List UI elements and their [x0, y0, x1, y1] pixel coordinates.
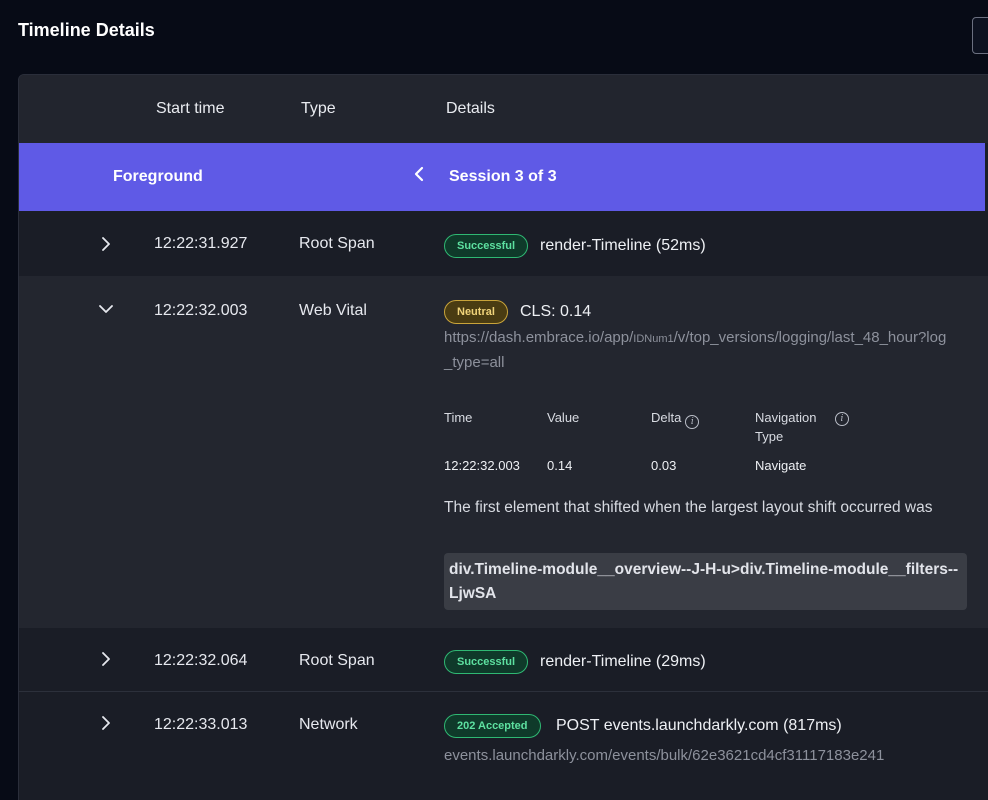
table-row-expanded[interactable]: 12:22:32.003 Web Vital Neutral CLS: 0.14…: [19, 276, 988, 628]
session-state-label: Foreground: [113, 168, 203, 185]
timeline-panel: Start time Type Details Foreground Sessi…: [18, 74, 988, 800]
vital-value-navigation-type: Navigate: [755, 458, 807, 473]
row-summary: POST events.launchdarkly.com (817ms): [556, 717, 842, 734]
session-bar: Foreground Session 3 of 3: [19, 143, 985, 211]
status-badge: Successful: [444, 234, 529, 258]
row-start-time: 12:22:31.927: [154, 235, 248, 252]
chevron-right-icon[interactable]: [97, 714, 115, 732]
row-summary: render-Timeline (29ms): [540, 653, 706, 670]
row-start-time: 12:22:33.013: [154, 716, 248, 733]
page-title: Timeline Details: [18, 20, 155, 40]
web-vital-url[interactable]: https://dash.embrace.io/app/IDNum1/v/top…: [444, 326, 954, 375]
network-url[interactable]: events.launchdarkly.com/events/bulk/62e3…: [444, 744, 944, 768]
vital-header-delta-label: Delta: [651, 410, 682, 425]
info-icon[interactable]: i: [835, 412, 849, 426]
vital-value-delta: 0.03: [651, 458, 677, 473]
layout-shift-description: The first element that shifted when the …: [444, 499, 933, 516]
table-row[interactable]: 12:22:32.064 Root Span Successful render…: [19, 628, 988, 691]
chevron-right-icon[interactable]: [97, 235, 115, 253]
vital-value-time: 12:22:32.003: [444, 458, 520, 473]
chevron-down-icon[interactable]: [97, 300, 115, 318]
element-selector: div.Timeline-module__overview--J-H-u>div…: [444, 553, 967, 610]
table-row[interactable]: 12:22:33.013 Network 202 Accepted POST e…: [19, 692, 988, 800]
row-summary: render-Timeline (52ms): [540, 237, 706, 254]
row-type: Web Vital: [299, 302, 367, 319]
chevron-left-icon[interactable]: [411, 165, 427, 187]
vital-header-value: Value: [547, 410, 580, 425]
column-header-details: Details: [446, 100, 495, 117]
table-row[interactable]: 12:22:31.927 Root Span Successful render…: [19, 211, 988, 276]
status-badge: 202 Accepted: [444, 714, 541, 738]
row-summary: CLS: 0.14: [520, 303, 592, 320]
url-id: IDNum1: [633, 333, 674, 345]
vital-value-value: 0.14: [547, 458, 573, 473]
row-type: Root Span: [299, 235, 375, 252]
status-badge: Successful: [444, 650, 529, 674]
row-type: Network: [299, 716, 358, 733]
status-badge: Neutral: [444, 300, 508, 324]
column-header-type[interactable]: Type: [301, 100, 336, 118]
column-header-start-time[interactable]: Start time: [156, 100, 224, 118]
vital-header-delta: Delta i: [651, 408, 700, 429]
chevron-right-icon[interactable]: [97, 650, 115, 668]
vital-header-time: Time: [444, 410, 473, 425]
toolbar-button[interactable]: [972, 17, 988, 54]
row-start-time: 12:22:32.003: [154, 302, 248, 319]
row-start-time: 12:22:32.064: [154, 652, 248, 669]
vital-header-navigation-type-label: Navigation Type: [755, 410, 817, 444]
url-prefix: https://dash.embrace.io/app/: [444, 329, 634, 346]
row-type: Root Span: [299, 652, 375, 669]
info-icon[interactable]: i: [685, 415, 700, 429]
session-counter: Session 3 of 3: [449, 168, 557, 185]
table-header: Start time Type Details: [19, 75, 988, 143]
